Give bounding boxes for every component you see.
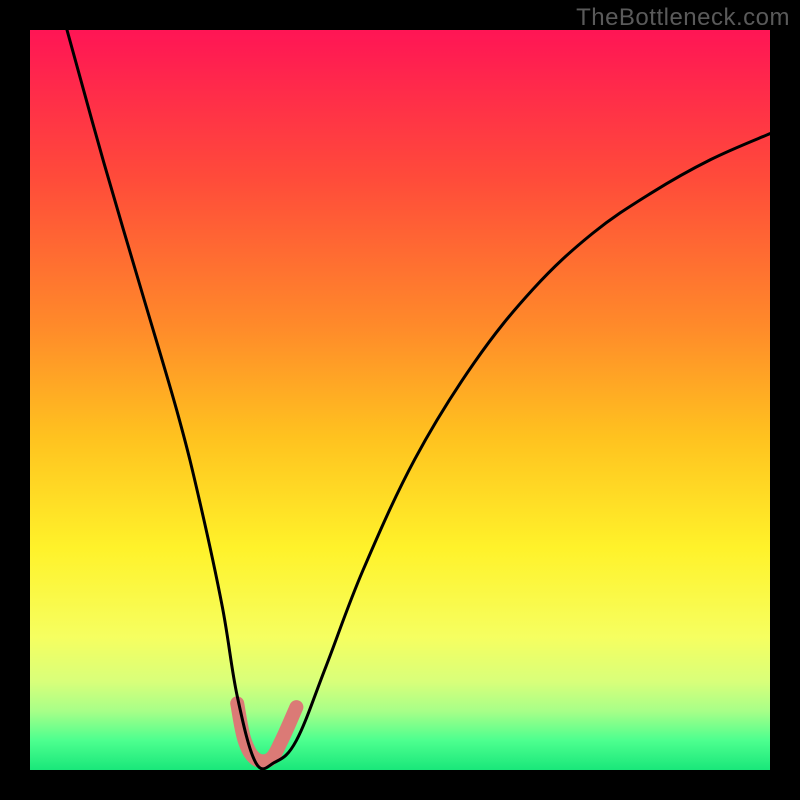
gradient-background <box>30 30 770 770</box>
chart-frame: TheBottleneck.com <box>0 0 800 800</box>
watermark-label: TheBottleneck.com <box>576 4 790 32</box>
bottleneck-chart <box>0 0 800 800</box>
